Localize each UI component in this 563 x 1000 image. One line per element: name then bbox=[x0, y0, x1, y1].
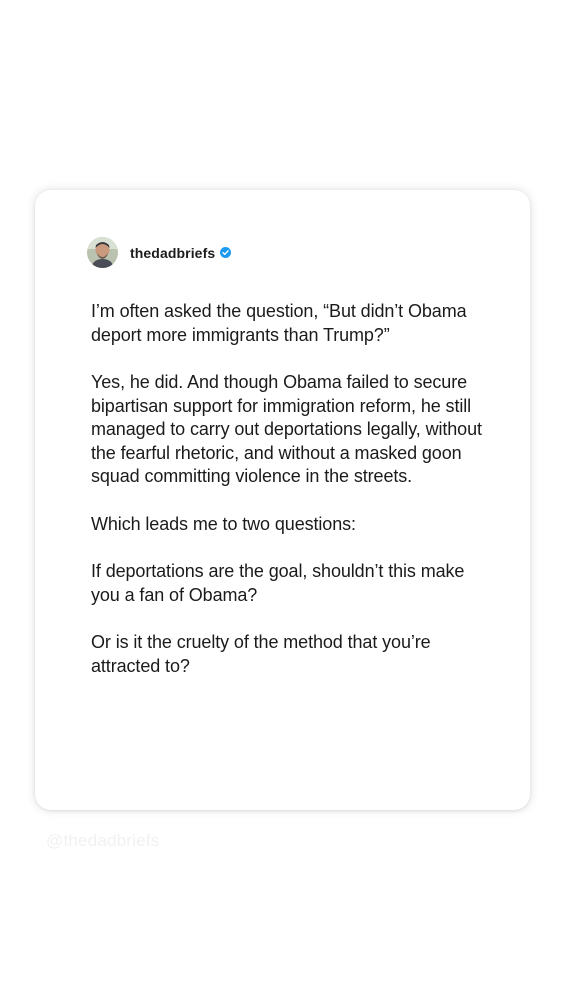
post-paragraph-2: Yes, he did. And though Obama failed to … bbox=[91, 372, 482, 486]
post-text: I’m often asked the question, “But didn’… bbox=[91, 300, 491, 702]
post-card: thedadbriefs I’m often asked the questio… bbox=[35, 190, 530, 810]
post-paragraph-4: If deportations are the goal, shouldn’t … bbox=[91, 561, 465, 605]
avatar-photo-icon bbox=[87, 237, 118, 268]
post-author[interactable]: thedadbriefs bbox=[87, 237, 232, 268]
verified-badge-icon bbox=[220, 247, 232, 258]
post-paragraph-5: Or is it the cruelty of the method that … bbox=[91, 632, 431, 676]
post-paragraph-3: Which leads me to two questions: bbox=[91, 513, 356, 534]
username[interactable]: thedadbriefs bbox=[130, 245, 215, 261]
story-page: thedadbriefs I’m often asked the questio… bbox=[0, 0, 563, 1000]
avatar[interactable] bbox=[87, 237, 118, 268]
post-paragraph-1: I’m often asked the question, “But didn’… bbox=[91, 301, 467, 345]
watermark: @thedadbriefs bbox=[46, 831, 160, 850]
